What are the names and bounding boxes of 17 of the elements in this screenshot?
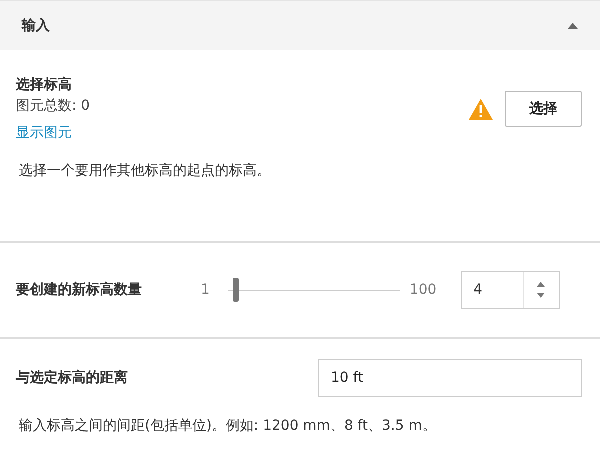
- field-label: 要创建的新标高数量: [16, 280, 143, 300]
- panel-title: 输入: [22, 16, 50, 34]
- description-text: 选择一个要用作其他标高的起点的标高。: [19, 162, 272, 180]
- element-count: 图元总数: 0: [16, 97, 90, 115]
- distance-input[interactable]: 10 ft: [318, 359, 582, 397]
- collapse-icon[interactable]: [568, 22, 578, 28]
- slider-thumb[interactable]: [233, 278, 240, 302]
- show-elements-link[interactable]: 显示图元: [16, 124, 90, 142]
- section-title: 选择标高: [16, 76, 73, 94]
- select-button[interactable]: 选择: [505, 91, 582, 127]
- hint-text: 输入标高之间的间距(包括单位)。例如: 1200 mm、8 ft、3.5 m。: [19, 417, 438, 435]
- slider-max-label: 100: [410, 282, 437, 298]
- spin-arrows-icon[interactable]: [536, 280, 546, 300]
- panel-header[interactable]: 输入: [0, 0, 600, 50]
- slider-min-label: 1: [201, 282, 210, 298]
- field-label: 与选定标高的距离: [16, 369, 128, 387]
- number-spinner[interactable]: 4: [460, 271, 560, 309]
